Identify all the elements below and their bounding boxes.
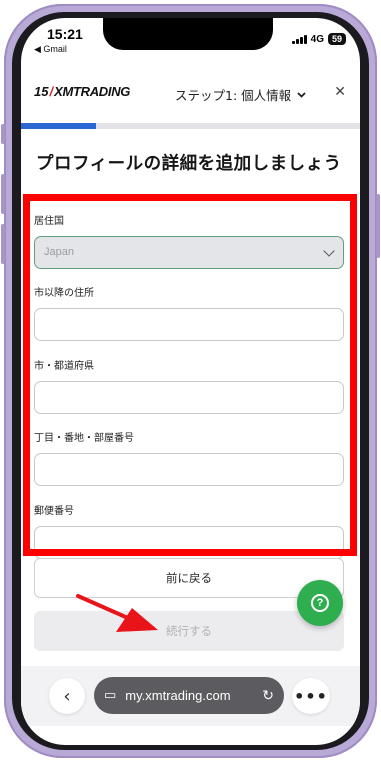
more-options-button[interactable]: •••: [292, 678, 330, 714]
close-icon[interactable]: ✕: [334, 84, 346, 100]
help-chat-button[interactable]: ?: [297, 580, 343, 626]
status-time: 15:21: [47, 26, 83, 42]
help-icon: ?: [311, 594, 329, 612]
status-bar: 15:21 ◀ Gmail 4G 59: [21, 18, 360, 62]
action-button: [1, 124, 5, 144]
volume-up-button: [1, 174, 5, 214]
page-menu-icon[interactable]: ▭: [104, 688, 116, 703]
network-type: 4G: [310, 33, 324, 45]
step-title: ステップ1: 個人情報: [175, 88, 292, 103]
browser-toolbar: ‹ ▭ my.xmtrading.com ↻ •••: [21, 666, 360, 726]
progress-fill: [21, 123, 96, 129]
chevron-left-icon: ‹: [63, 685, 71, 707]
logo-number: 15: [34, 84, 49, 99]
address-bar[interactable]: ▭ my.xmtrading.com ↻: [94, 677, 284, 714]
power-button: [376, 194, 380, 258]
url-text: my.xmtrading.com: [125, 688, 231, 703]
screen: 15:21 ◀ Gmail 4G 59 15 / XMTRADING ステップ1…: [21, 18, 360, 745]
back-to-app-link[interactable]: ◀ Gmail: [34, 44, 67, 55]
page-header: 15 / XMTRADING ステップ1: 個人情報 ✕: [21, 74, 360, 110]
logo-mark-icon: /: [49, 84, 54, 99]
battery-icon: 59: [327, 33, 346, 45]
volume-down-button: [1, 224, 5, 264]
progress-bar: [21, 123, 360, 129]
browser-back-button[interactable]: ‹: [49, 678, 85, 714]
page-title: プロフィールの詳細を追加しましょう: [36, 154, 342, 174]
reload-icon[interactable]: ↻: [262, 688, 274, 704]
chevron-down-icon: [297, 91, 306, 98]
dynamic-island: [103, 18, 273, 50]
logo-text: XMTRADING: [54, 84, 131, 99]
xmtrading-logo[interactable]: 15 / XMTRADING: [34, 84, 130, 99]
step-dropdown[interactable]: ステップ1: 個人情報: [175, 85, 306, 104]
ellipsis-icon: •••: [294, 686, 328, 706]
status-indicators: 4G 59: [291, 33, 346, 45]
form-highlight-box: [23, 194, 357, 556]
red-arrow-annotation: [76, 594, 158, 632]
signal-icon: [291, 34, 307, 44]
